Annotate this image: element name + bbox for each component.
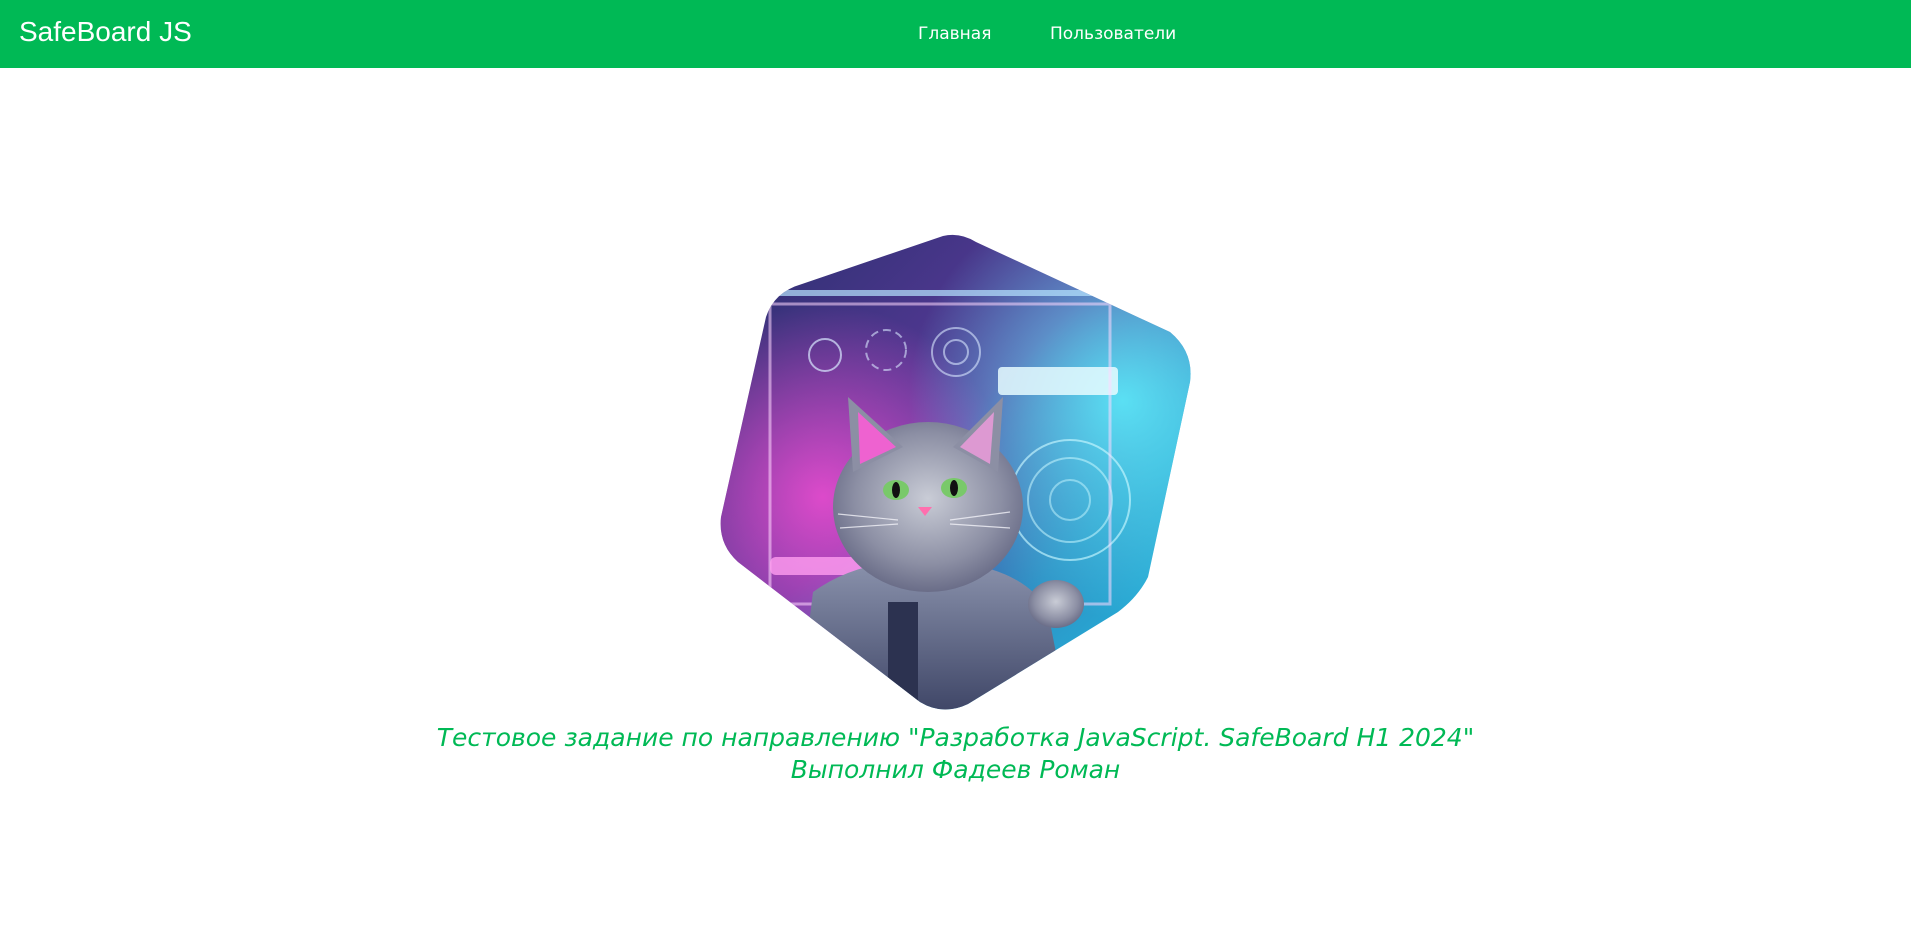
nav-link-users[interactable]: Пользователи (1050, 22, 1176, 46)
nav-link-home[interactable]: Главная (918, 22, 991, 46)
project-caption: Тестовое задание по направлению "Разрабо… (0, 722, 1911, 786)
caption-line-task: Тестовое задание по направлению "Разрабо… (436, 723, 1475, 752)
top-navbar: SafeBoard JS Главная Пользователи (0, 0, 1911, 68)
hero-cat-image (720, 234, 1191, 710)
caption-line-author: Выполнил Фадеев Роман (790, 755, 1121, 784)
brand-logo-link[interactable]: SafeBoard JS (19, 14, 192, 50)
